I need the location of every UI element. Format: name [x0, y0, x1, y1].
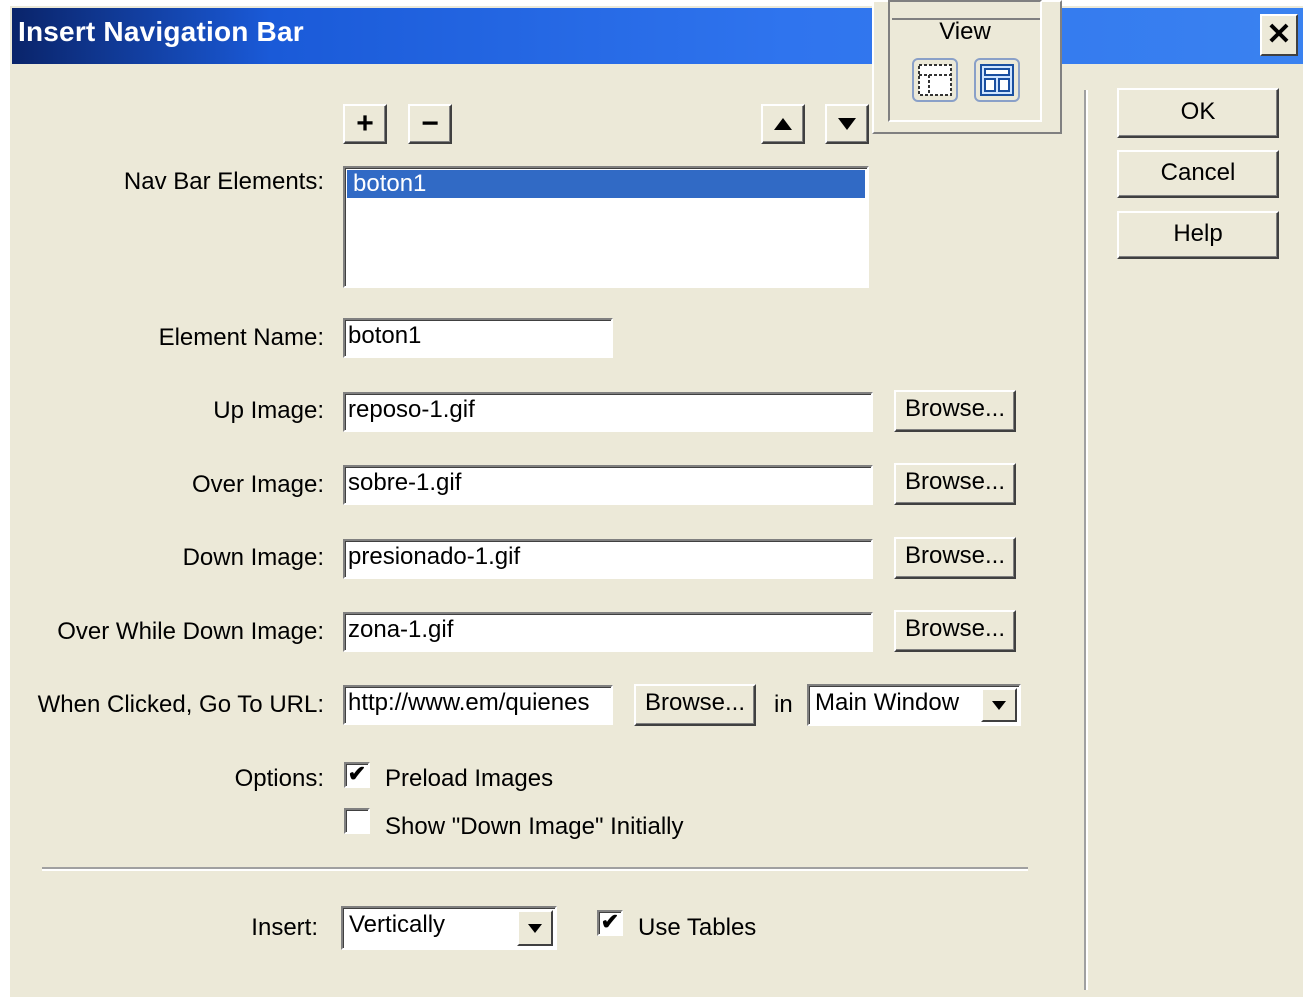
up-image-browse-button[interactable]: Browse...	[894, 390, 1016, 432]
url-browse-button[interactable]: Browse...	[634, 684, 756, 726]
target-window-select[interactable]: Main Window	[807, 684, 1021, 726]
element-name-field[interactable]: boton1	[343, 318, 613, 358]
vertical-separator	[1084, 90, 1088, 990]
up-image-field[interactable]: reposo-1.gif	[343, 392, 873, 432]
move-down-button[interactable]	[825, 104, 869, 144]
remove-element-button[interactable]: −	[408, 104, 452, 144]
insert-select[interactable]: Vertically	[341, 906, 557, 950]
show-down-image-checkbox[interactable]	[344, 808, 370, 834]
over-image-browse-button[interactable]: Browse...	[894, 463, 1016, 505]
preload-images-checkbox[interactable]: ✔	[344, 762, 370, 788]
insert-label: Insert:	[251, 914, 318, 941]
down-image-label: Down Image:	[182, 544, 324, 571]
list-item[interactable]: boton1	[347, 170, 865, 198]
over-image-label: Over Image:	[191, 471, 324, 498]
minus-icon: −	[421, 107, 439, 140]
layout-view-icon[interactable]	[974, 58, 1020, 102]
ok-button[interactable]: OK	[1117, 88, 1279, 138]
dialog-title: Insert Navigation Bar	[18, 16, 304, 47]
preload-images-label: Preload Images	[385, 765, 554, 792]
chevron-down-icon	[992, 700, 1006, 710]
cancel-button[interactable]: Cancel	[1117, 150, 1279, 198]
help-button[interactable]: Help	[1117, 211, 1279, 259]
down-image-browse-button[interactable]: Browse...	[894, 537, 1016, 579]
show-down-image-label: Show "Down Image" Initially	[385, 813, 684, 840]
over-while-down-image-browse-button[interactable]: Browse...	[894, 610, 1016, 652]
element-name-label: Element Name:	[158, 324, 324, 351]
url-field[interactable]: http://www.em/quienes	[343, 685, 613, 725]
close-icon: ✕	[1266, 18, 1292, 51]
over-while-down-image-field[interactable]: zona-1.gif	[343, 612, 873, 652]
move-up-button[interactable]	[761, 104, 805, 144]
over-image-field[interactable]: sobre-1.gif	[343, 465, 873, 505]
options-label: Options:	[234, 765, 324, 792]
checkmark-icon: ✔	[347, 761, 367, 786]
use-tables-checkbox[interactable]: ✔	[597, 910, 623, 936]
over-while-down-image-label: Over While Down Image:	[57, 618, 324, 645]
checkmark-icon: ✔	[600, 909, 620, 934]
use-tables-label: Use Tables	[638, 914, 757, 941]
triangle-up-icon	[774, 118, 792, 130]
target-window-dropdown-arrow[interactable]	[981, 688, 1017, 722]
plus-icon: +	[356, 107, 374, 140]
nav-bar-elements-list[interactable]: boton1	[343, 166, 869, 288]
add-element-button[interactable]: +	[343, 104, 387, 144]
url-label: When Clicked, Go To URL:	[37, 691, 324, 718]
up-image-label: Up Image:	[213, 397, 324, 424]
horizontal-separator	[42, 867, 1028, 871]
target-window-value: Main Window	[815, 689, 960, 716]
insert-value: Vertically	[349, 911, 446, 938]
in-label: in	[774, 691, 793, 718]
nav-bar-elements-label: Nav Bar Elements:	[123, 168, 324, 195]
standard-view-icon[interactable]	[912, 58, 958, 102]
triangle-down-icon	[838, 118, 856, 130]
insert-dropdown-arrow[interactable]	[517, 910, 553, 946]
close-button[interactable]: ✕	[1260, 14, 1298, 56]
down-image-field[interactable]: presionado-1.gif	[343, 539, 873, 579]
chevron-down-icon	[528, 923, 542, 933]
view-panel-label: View	[939, 18, 991, 45]
